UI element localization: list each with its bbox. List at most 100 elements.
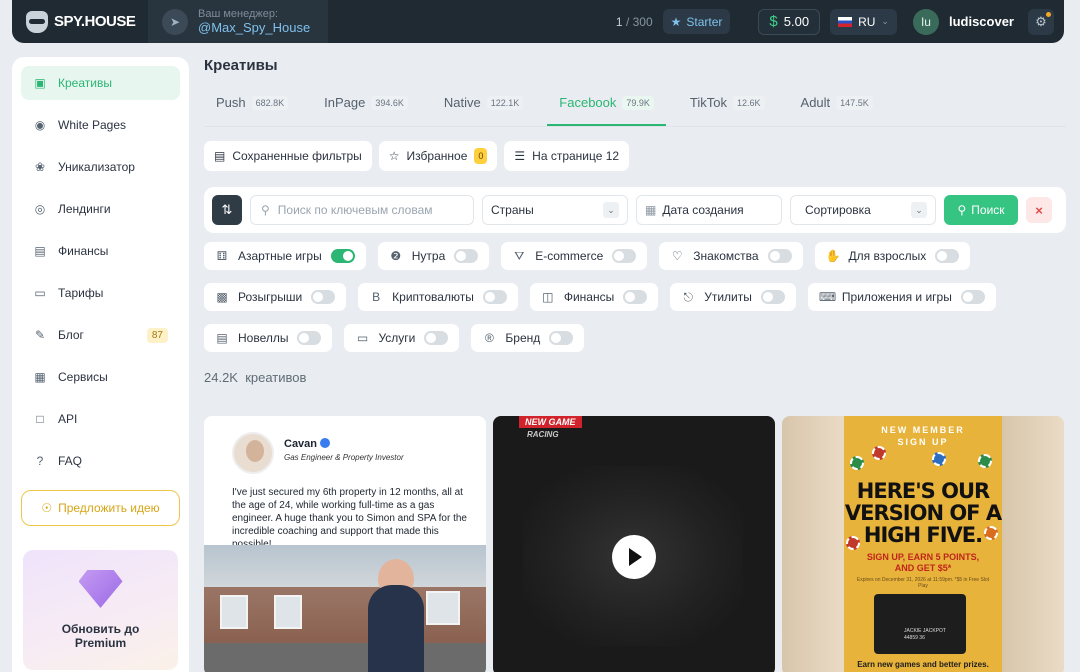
toggle-switch[interactable]	[482, 290, 507, 304]
calendar-icon: ▦	[645, 203, 657, 217]
per-page-button[interactable]: ☰ На странице 12	[504, 141, 630, 171]
category-crypto[interactable]: B Криптовалюты	[358, 283, 518, 311]
toggle-switch[interactable]	[767, 249, 792, 263]
creative-card[interactable]: NEW MEMBER SIGN UP HERE'S OUR VERSION OF A…	[782, 416, 1064, 672]
creative-text: I've just secured my 6th property in 12 …	[232, 487, 467, 550]
category-adult[interactable]: ✋ Для взрослых	[814, 242, 971, 270]
save-icon: ▤	[214, 149, 226, 163]
sidebar-item-unicalizer[interactable]: ❀ Уникализатор	[21, 150, 180, 184]
toggle-switch[interactable]	[612, 249, 637, 263]
manager-name[interactable]: @Max_Spy_House	[198, 20, 310, 35]
poster-headline-3: HIGH FIVE.	[863, 523, 983, 547]
toggle-switch[interactable]	[935, 249, 960, 263]
creative-card[interactable]: Cavan Gas Engineer & Property Investor I…	[204, 416, 486, 672]
saved-filters-button[interactable]: ▤ Сохраненные фильтры	[204, 141, 372, 171]
toggle-switch[interactable]	[960, 290, 985, 304]
poster-sub-2: AND GET $5*	[894, 563, 952, 573]
sidebar-item-white-pages[interactable]: ◉ White Pages	[21, 108, 180, 142]
registered-icon: ®	[484, 331, 494, 345]
toggle-switch[interactable]	[297, 331, 322, 345]
sidebar-item-faq[interactable]: ? FAQ	[21, 444, 180, 478]
sidebar-item-creatives[interactable]: ▣ Креативы	[21, 66, 180, 100]
sidebar-item-blog[interactable]: ✎ Блог 87	[21, 318, 180, 352]
tab-facebook[interactable]: Facebook 79.9K	[547, 91, 666, 126]
search-icon: ⚲	[261, 203, 270, 217]
category-label: Криптовалюты	[392, 290, 474, 304]
sort-label: Сортировка	[805, 203, 871, 217]
manager-contact[interactable]: ➤ Ваш менеджер: @Max_Spy_House	[148, 0, 328, 43]
poster-sub-1: SIGN UP, EARN 5 POINTS,	[866, 552, 980, 562]
close-icon: ×	[1035, 202, 1043, 218]
play-button[interactable]	[612, 535, 656, 579]
date-created-picker[interactable]: ▦ Дата создания	[636, 195, 782, 225]
toggle-switch[interactable]	[330, 249, 355, 263]
category-label: Услуги	[378, 331, 416, 345]
sidebar-item-label: White Pages	[58, 118, 127, 132]
category-ecommerce[interactable]: ⛛ E-commerce	[501, 242, 648, 270]
logo[interactable]: SPY.HOUSE	[12, 0, 148, 43]
tab-native[interactable]: Native 122.1K	[432, 91, 535, 126]
date-created-label: Дата создания	[662, 203, 744, 217]
countries-select[interactable]: Страны ⌄	[482, 195, 628, 225]
upgrade-line-2: Premium	[74, 636, 127, 650]
category-novels[interactable]: ▤ Новеллы	[204, 324, 333, 352]
suggest-idea-button[interactable]: ☉ Предложить идею	[21, 490, 180, 526]
russia-flag-icon	[838, 16, 853, 27]
sidebar-item-tariffs[interactable]: ▭ Тарифы	[21, 276, 180, 310]
category-filters: ⚅ Азартные игры ❷ Нутра ⛛ E-commerce ♡ Знако…	[204, 242, 1064, 352]
upgrade-premium-card[interactable]: Обновить до Premium	[23, 550, 178, 670]
spy-mask-icon	[26, 10, 48, 33]
tab-adult[interactable]: Adult 147.5K	[789, 91, 885, 126]
filters-toggle-button[interactable]: ⇅	[212, 195, 242, 225]
toggle-switch[interactable]	[623, 290, 648, 304]
category-sweepstakes[interactable]: ▩ Розыгрыши	[204, 283, 347, 311]
sidebar-item-services[interactable]: ▦ Сервисы	[21, 360, 180, 394]
language-select[interactable]: RU ⌄	[830, 8, 897, 35]
clear-filters-button[interactable]: ×	[1026, 197, 1052, 223]
search-button[interactable]: ⚲ Поиск	[944, 195, 1018, 225]
sidebar-item-finance[interactable]: ▤ Финансы	[21, 234, 180, 268]
creatives-grid: Cavan Gas Engineer & Property Investor I…	[204, 416, 1064, 672]
favorites-label: Избранное	[406, 149, 468, 163]
toggle-switch[interactable]	[311, 290, 336, 304]
avatar[interactable]: Iu	[912, 8, 939, 35]
sidebar-item-landings[interactable]: ◎ Лендинги	[21, 192, 180, 226]
creative-card[interactable]: NEW GAME RACING	[493, 416, 775, 672]
category-label: Бренд	[505, 331, 541, 345]
poster-headline: HERE'S OUR VERSION OF A HIGH FIVE.	[844, 480, 1002, 546]
tab-count: 147.5K	[836, 96, 873, 110]
category-dating[interactable]: ♡ Знакомства	[659, 242, 803, 270]
toggle-switch[interactable]	[424, 331, 449, 345]
results-label: креативов	[245, 370, 307, 385]
toggle-switch[interactable]	[454, 249, 479, 263]
video-tag: NEW GAME	[519, 416, 582, 428]
category-gambling[interactable]: ⚅ Азартные игры	[204, 242, 366, 270]
category-nutra[interactable]: ❷ Нутра	[377, 242, 490, 270]
category-finance[interactable]: ◫ Финансы	[529, 283, 659, 311]
category-services[interactable]: ▭ Услуги	[344, 324, 460, 352]
toggle-switch[interactable]	[549, 331, 574, 345]
favorites-button[interactable]: ☆ Избранное 0	[378, 141, 498, 171]
plan-button[interactable]: ★ Starter	[662, 9, 731, 34]
username[interactable]: ludiscover	[949, 14, 1014, 29]
category-apps-games[interactable]: ⌨ Приложения и игры	[807, 283, 996, 311]
search-input[interactable]: ⚲ Поиск по ключевым словам	[250, 195, 474, 225]
category-utilities[interactable]: ⎋ Утилиты	[670, 283, 796, 311]
settings-button[interactable]: ⚙	[1028, 8, 1054, 35]
upgrade-text: Обновить до Premium	[62, 622, 140, 650]
category-label: Знакомства	[693, 249, 759, 263]
casino-chip	[850, 456, 864, 470]
sidebar-item-label: Тарифы	[58, 286, 104, 300]
tab-push[interactable]: Push 682.8K	[204, 91, 300, 126]
tab-count: 682.8K	[251, 96, 289, 110]
chevron-down-icon: ⌄	[911, 202, 927, 218]
category-label: Финансы	[563, 290, 615, 304]
toggle-switch[interactable]	[760, 290, 785, 304]
tab-tiktok[interactable]: TikTok 12.6K	[678, 91, 777, 126]
sort-select[interactable]: Сортировка ⌄	[790, 195, 936, 225]
balance-button[interactable]: $5.00	[758, 8, 821, 35]
category-brand[interactable]: ® Бренд	[471, 324, 585, 352]
sidebar-item-api[interactable]: □ API	[21, 402, 180, 436]
tab-inpage[interactable]: InPage 394.6K	[312, 91, 420, 126]
poster-top-1: NEW MEMBER	[881, 425, 965, 435]
